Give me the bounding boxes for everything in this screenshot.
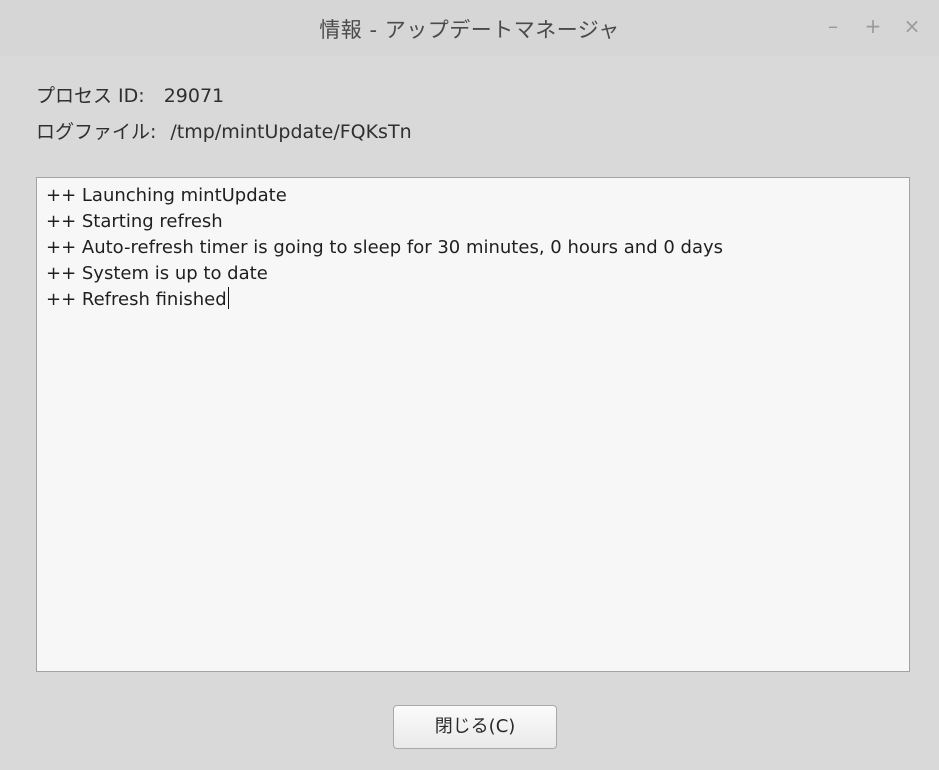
log-line: ++ Launching mintUpdate <box>46 185 287 206</box>
close-window-icon[interactable]: × <box>901 13 923 39</box>
minimize-icon[interactable]: – <box>822 13 844 39</box>
title-bar[interactable]: 情報 - アップデートマネージャ – + × <box>0 0 939 56</box>
log-line: ++ Starting refresh <box>46 211 223 232</box>
logfile-label: ログファイル: <box>36 121 157 143</box>
close-button[interactable]: 閉じる(C) <box>393 705 557 749</box>
text-cursor <box>227 287 230 309</box>
log-line: ++ Auto-refresh timer is going to sleep … <box>46 237 724 258</box>
log-text-area[interactable]: ++ Launching mintUpdate ++ Starting refr… <box>36 177 910 672</box>
process-id-row: プロセス ID: 29071 <box>36 81 224 108</box>
logfile-row: ログファイル: /tmp/mintUpdate/FQKsTn <box>36 117 412 144</box>
window-title: 情報 - アップデートマネージャ <box>319 18 620 42</box>
log-line-last: ++ Refresh finished <box>46 287 900 313</box>
log-line-text: ++ Refresh finished <box>46 289 227 310</box>
process-id-label: プロセス ID: <box>36 85 145 107</box>
update-manager-info-window: 情報 - アップデートマネージャ – + × プロセス ID: 29071 ログフ… <box>0 0 939 770</box>
maximize-icon[interactable]: + <box>862 13 884 39</box>
log-line: ++ System is up to date <box>46 263 268 284</box>
process-id-value: 29071 <box>163 85 225 107</box>
logfile-path: /tmp/mintUpdate/FQKsTn <box>170 121 412 143</box>
